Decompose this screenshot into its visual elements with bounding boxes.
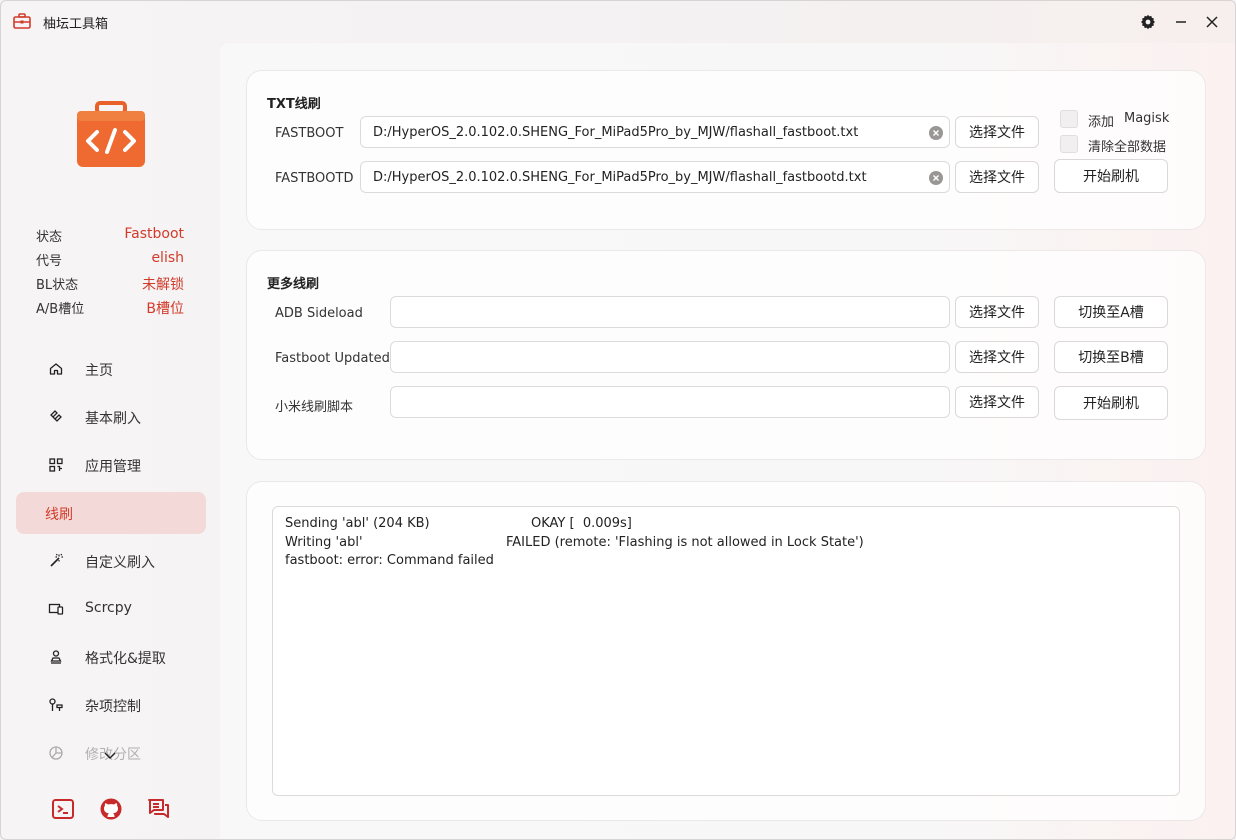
nav-scrcpy[interactable]: Scrcpy (16, 588, 206, 630)
flash-icon (50, 410, 62, 422)
txt-flash-card: TXT线刷 FASTBOOT D:/HyperOS_2.0.102.0.SHEN… (246, 70, 1206, 230)
log-line-left: fastboot: error: Command failed (285, 553, 494, 568)
start-flash-txt-button[interactable]: 开始刷机 (1054, 159, 1168, 193)
txt-flash-title: TXT线刷 (267, 97, 321, 112)
log-line-left: Writing 'abl' (285, 535, 363, 550)
log-line-right: FAILED (remote: 'Flashing is not allowed… (506, 535, 864, 550)
clear-fastboot-path-icon[interactable] (928, 125, 944, 141)
device-info-status: 状态 Fastboot (36, 226, 184, 245)
xiaomi-script-input[interactable] (390, 386, 950, 418)
home-icon (49, 363, 63, 375)
nav-line-flash[interactable]: 线刷 (16, 492, 206, 534)
fastbootd-path-input[interactable]: D:/HyperOS_2.0.102.0.SHENG_For_MiPad5Pro… (360, 161, 950, 193)
nav-format-extract[interactable]: 格式化&提取 (16, 636, 206, 678)
log-line-left: Sending 'abl' (204 KB) (285, 516, 430, 531)
minimize-button[interactable] (1171, 12, 1191, 32)
nav-basic-flash[interactable]: 基本刷入 (16, 396, 206, 438)
start-flash-more-button[interactable]: 开始刷机 (1054, 386, 1168, 420)
log-card: Sending 'abl' (204 KB) OKAY [ 0.009s] Wr… (246, 481, 1206, 821)
device-info-ab-slot: A/B槽位 B槽位 (36, 301, 184, 317)
fastbootd-label: FASTBOOTD (275, 171, 354, 186)
nav-custom-flash[interactable]: 自定义刷入 (16, 540, 206, 582)
partition-icon (49, 746, 63, 760)
add-magisk-checkbox[interactable] (1060, 110, 1078, 128)
screen-mirror-icon (48, 603, 64, 615)
fastboot-updated-input[interactable] (390, 341, 950, 373)
close-button[interactable] (1202, 12, 1222, 32)
app-window: 柚坛工具箱 状态 Fastboot 代号 elish BL状态 未解锁 A/B槽… (0, 0, 1236, 840)
format-icon (50, 650, 62, 664)
wipe-data-label: 清除全部数据 (1088, 140, 1167, 155)
choose-fastbootd-file-button[interactable]: 选择文件 (955, 161, 1039, 193)
choose-fastboot-updated-file-button[interactable]: 选择文件 (955, 341, 1039, 373)
device-info-bl-status: BL状态 未解锁 (36, 277, 184, 293)
more-flash-card: 更多线刷 ADB Sideload 选择文件 切换至A槽 Fastboot Up… (246, 250, 1206, 460)
gear-icon (1141, 14, 1155, 30)
sidebar: 状态 Fastboot 代号 elish BL状态 未解锁 A/B槽位 B槽位 … (1, 43, 220, 839)
chat-icon[interactable] (147, 797, 171, 821)
fastboot-path-input[interactable]: D:/HyperOS_2.0.102.0.SHENG_For_MiPad5Pro… (360, 116, 950, 148)
log-output[interactable]: Sending 'abl' (204 KB) OKAY [ 0.009s] Wr… (272, 506, 1180, 796)
apps-icon (49, 458, 63, 472)
tools-icon (49, 698, 63, 711)
nav-misc-control[interactable]: 杂项控制 (16, 684, 206, 726)
fastboot-label: FASTBOOT (275, 126, 344, 141)
log-line-right: OKAY [ 0.009s] (531, 516, 632, 531)
switch-slot-a-button[interactable]: 切换至A槽 (1054, 296, 1168, 328)
chevron-down-icon[interactable] (102, 750, 118, 762)
nav-home[interactable]: 主页 (16, 348, 206, 390)
device-info-codename: 代号 elish (36, 250, 184, 269)
app-logo-icon (77, 101, 145, 167)
main-panel: TXT线刷 FASTBOOT D:/HyperOS_2.0.102.0.SHEN… (220, 43, 1235, 839)
add-label: 添加 (1088, 115, 1115, 130)
wand-icon (50, 553, 63, 567)
choose-fastboot-file-button[interactable]: 选择文件 (955, 116, 1039, 148)
switch-slot-b-button[interactable]: 切换至B槽 (1054, 341, 1168, 373)
more-flash-title: 更多线刷 (267, 277, 320, 292)
fastboot-updated-label: Fastboot Updated (275, 351, 390, 366)
wipe-data-checkbox[interactable] (1060, 135, 1078, 153)
nav-app-manage[interactable]: 应用管理 (16, 444, 206, 486)
github-icon[interactable] (99, 797, 123, 821)
xiaomi-script-label: 小米线刷脚本 (275, 400, 354, 415)
magisk-label: Magisk (1124, 111, 1170, 126)
adb-sideload-input[interactable] (390, 296, 950, 328)
clear-fastbootd-path-icon[interactable] (928, 170, 944, 186)
window-title: 柚坛工具箱 (43, 17, 109, 32)
close-icon (1206, 16, 1218, 28)
title-bar: 柚坛工具箱 (1, 1, 1235, 43)
choose-adb-file-button[interactable]: 选择文件 (955, 296, 1039, 328)
adb-sideload-label: ADB Sideload (275, 306, 363, 321)
terminal-icon[interactable] (51, 797, 75, 821)
toolbox-icon (13, 13, 31, 29)
settings-button[interactable] (1138, 12, 1158, 32)
minimize-icon (1176, 21, 1186, 23)
choose-xiaomi-script-file-button[interactable]: 选择文件 (955, 386, 1039, 418)
